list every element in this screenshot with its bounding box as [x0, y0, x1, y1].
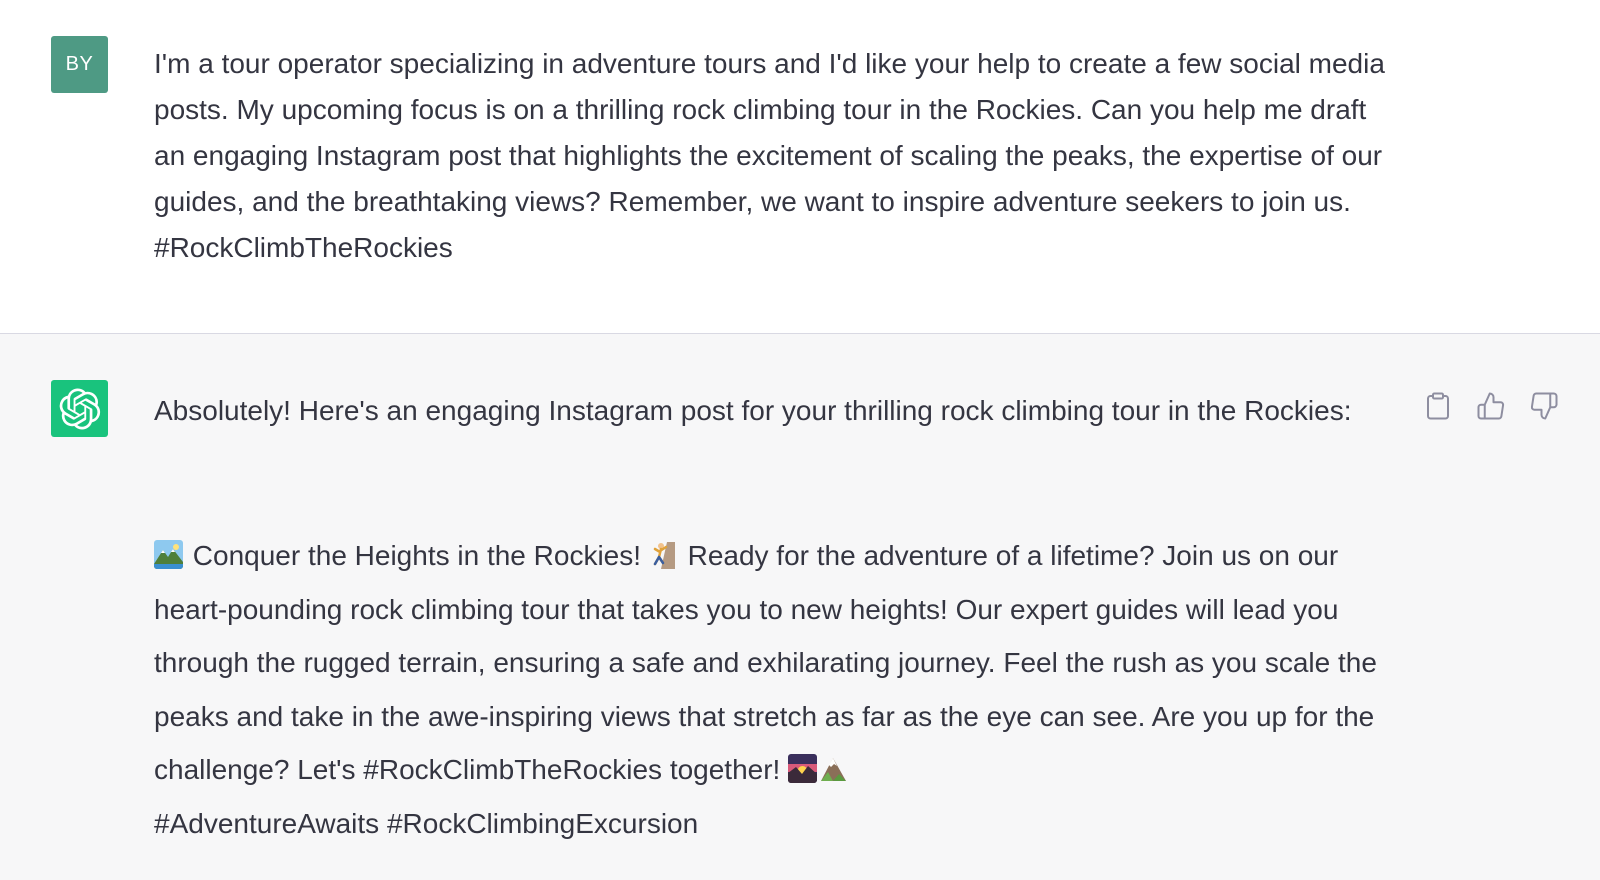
user-avatar-initials: BY: [65, 53, 94, 75]
person-climbing-emoji: [648, 540, 678, 569]
openai-logo-icon: [59, 388, 100, 429]
copy-button[interactable]: [1421, 389, 1455, 423]
clipboard-icon: [1427, 392, 1449, 420]
assistant-message: Absolutely! Here's an engaging Instagram…: [0, 334, 1600, 880]
user-message: BY I'm a tour operator specializing in a…: [0, 0, 1600, 334]
thumbs-down-icon: [1530, 392, 1558, 420]
snow-capped-mountain-emoji: [819, 754, 849, 783]
post-hashtags: #AdventureAwaits #RockClimbingExcursion: [154, 807, 699, 839]
dislike-button[interactable]: [1527, 389, 1561, 423]
assistant-avatar: [51, 380, 108, 437]
user-message-text: I'm a tour operator specializing in adve…: [154, 48, 1385, 263]
post-segment-2: Ready for the adventure of a lifetime? J…: [154, 540, 1377, 785]
user-avatar: BY: [51, 36, 108, 93]
message-actions: [1421, 389, 1561, 423]
thumbs-up-icon: [1477, 392, 1505, 420]
assistant-post-text: Conquer the Heights in the Rockies! Read…: [154, 529, 1409, 850]
assistant-intro-text: Absolutely! Here's an engaging Instagram…: [154, 395, 1352, 426]
post-segment-1: Conquer the Heights in the Rockies!: [185, 540, 649, 571]
mountain-landscape-emoji: [154, 540, 183, 569]
sunrise-over-mountains-emoji: [788, 754, 818, 783]
like-button[interactable]: [1474, 389, 1508, 423]
